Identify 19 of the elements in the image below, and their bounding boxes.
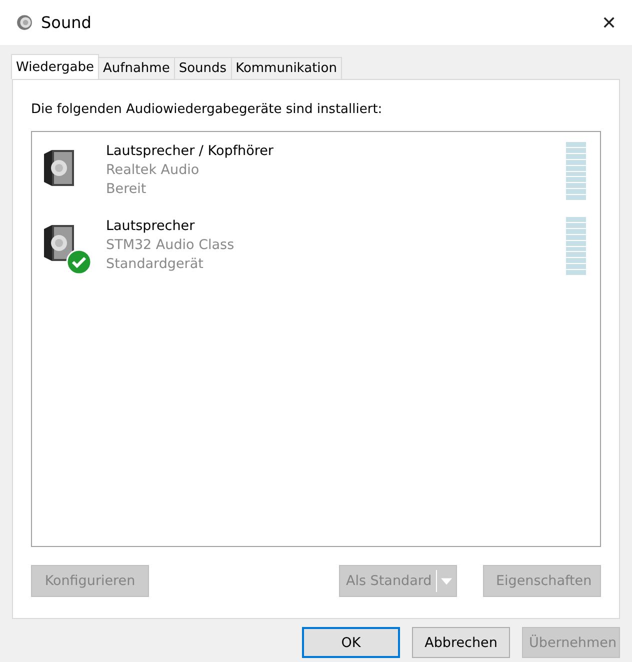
device-driver: Realtek Audio — [106, 161, 200, 180]
level-meter — [566, 217, 586, 275]
tab[interactable]: Kommunikation — [230, 57, 342, 79]
intro-text: Die folgenden Audiowiedergabegeräte sind installiert: — [31, 102, 384, 117]
speaker-icon — [42, 223, 76, 263]
device-driver: STM32 Audio Class — [106, 236, 236, 255]
speaker-icon — [42, 148, 76, 188]
device-status: Standardgerät — [106, 255, 204, 274]
level-meter — [566, 142, 586, 200]
caret-icon — [440, 578, 452, 584]
device-name: Lautsprecher — [106, 217, 196, 236]
dialog-button[interactable]: Abbrechen — [412, 627, 510, 658]
device-status: Bereit — [106, 180, 148, 199]
speaker-icon — [16, 14, 33, 31]
close-button[interactable]: ✕ — [586, 0, 632, 45]
device-name: Lautsprecher / Kopfhörer — [106, 142, 274, 161]
window-title: Sound — [41, 13, 92, 32]
tab[interactable]: Wiedergabe — [11, 54, 100, 79]
dialog-button[interactable]: OK — [302, 627, 400, 658]
